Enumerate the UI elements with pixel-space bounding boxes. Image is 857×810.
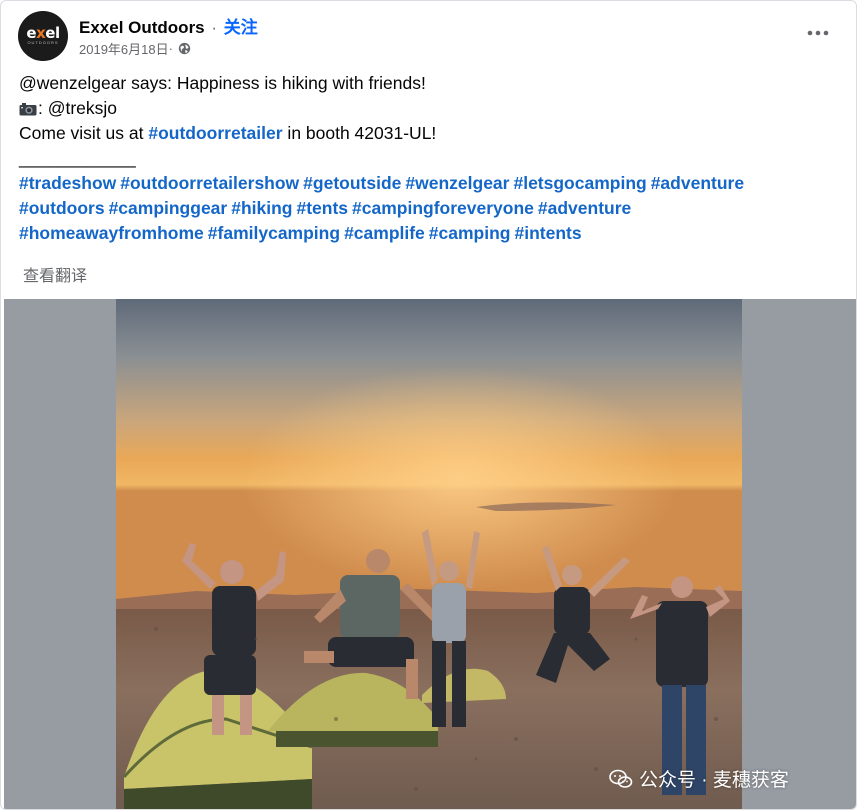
hashtag-link[interactable]: #homeawayfromhome <box>19 223 204 243</box>
logo-subtext: OUTDOORS <box>27 40 59 45</box>
meta-dot: · <box>168 41 173 56</box>
post-line-1: @wenzelgear says: Happiness is hiking wi… <box>19 73 426 93</box>
watermark: 公众号 · 麦穗获客 <box>609 765 789 792</box>
page-avatar[interactable]: exel OUTDOORS <box>18 11 68 61</box>
watermark-text: 公众号 · 麦穗获客 <box>639 770 789 791</box>
hashtag-link[interactable]: #familycamping <box>208 223 340 243</box>
hashtag-link[interactable]: #camping <box>429 223 511 243</box>
hashtag-link[interactable]: #adventure <box>538 198 631 218</box>
hashtag-link[interactable]: #wenzelgear <box>405 173 509 193</box>
hashtag-link[interactable]: #hiking <box>231 198 292 218</box>
hashtag-link[interactable]: #campinggear <box>109 198 228 218</box>
follow-button[interactable]: 关注 <box>224 18 258 37</box>
hashtag-link[interactable]: #letsgocamping <box>513 173 646 193</box>
hashtag-link[interactable]: #outdoors <box>19 198 105 218</box>
post-card: exel OUTDOORS Exxel Outdoors · 关注 2019年6… <box>0 0 857 810</box>
exxel-logo: exel <box>26 24 60 42</box>
hashtag-link[interactable]: #tents <box>296 198 348 218</box>
see-translation-link[interactable]: 查看翻译 <box>23 262 87 286</box>
booth-prefix: Come visit us at <box>19 123 149 143</box>
credit-text: : @treksjo <box>38 98 118 118</box>
hashtag-link[interactable]: #getoutside <box>303 173 401 193</box>
post-header-title: Exxel Outdoors · 关注 <box>79 13 258 38</box>
hashtag-link[interactable]: #outdoorretailershow <box>120 173 299 193</box>
page-name-link[interactable]: Exxel Outdoors <box>79 18 205 37</box>
post-text: @wenzelgear says: Happiness is hiking wi… <box>19 71 839 246</box>
globe-icon <box>178 42 191 55</box>
hashtag-link[interactable]: #adventure <box>651 173 744 193</box>
hashtags-row-1: #tradeshow #outdoorretailershow #getoutsid… <box>19 171 839 196</box>
camera-icon <box>19 103 37 116</box>
hashtag-link[interactable]: #camplife <box>344 223 425 243</box>
hashtags-row-3: #homeawayfromhome #familycamping #camplife… <box>19 221 839 246</box>
post-meta: 2019年6月18日 · <box>79 39 191 58</box>
divider-line: ____________ <box>19 148 136 168</box>
hashtag-link[interactable]: #intents <box>515 223 582 243</box>
wechat-icon <box>609 769 633 788</box>
booth-suffix: in booth 42031-UL! <box>282 123 437 143</box>
post-date[interactable]: 2019年6月18日 <box>79 39 169 58</box>
hashtag-link[interactable]: #campingforeveryone <box>352 198 534 218</box>
post-photo[interactable] <box>116 299 742 810</box>
post-line-3: Come visit us at #outdoorretailer in boo… <box>19 121 839 146</box>
post-line-2: : @treksjo <box>19 96 839 121</box>
post-photo-container[interactable] <box>4 299 856 810</box>
separator: · <box>211 18 218 37</box>
more-options-icon[interactable] <box>804 21 832 45</box>
outdoorretailer-link[interactable]: #outdoorretailer <box>148 123 282 143</box>
hashtag-link[interactable]: #tradeshow <box>19 173 116 193</box>
hashtags-row-2: #outdoors #campinggear #hiking #tents #campi… <box>19 196 839 221</box>
